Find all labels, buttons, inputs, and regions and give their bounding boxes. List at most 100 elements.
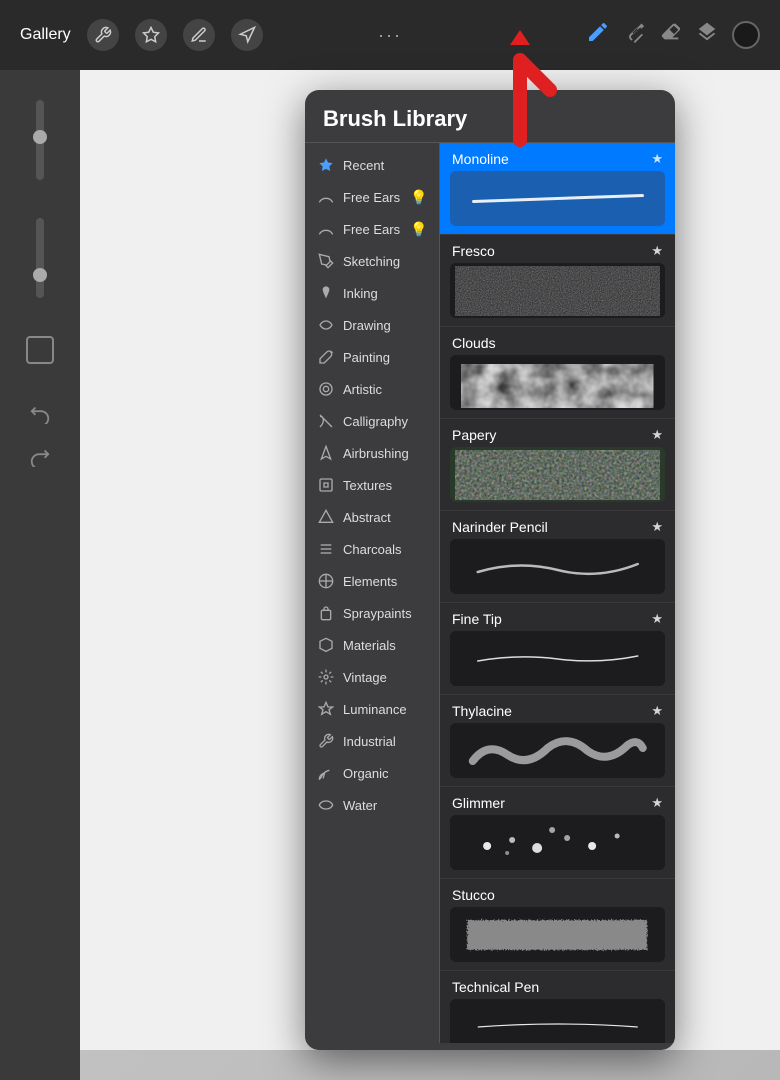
category-item-inking[interactable]: Inking [305, 277, 439, 309]
modifier-square[interactable] [26, 336, 54, 364]
category-item-sketching[interactable]: Sketching [305, 245, 439, 277]
smudge-tool-button[interactable] [624, 21, 646, 49]
undo-button[interactable] [29, 402, 51, 429]
category-item-elements[interactable]: Elements [305, 565, 439, 597]
category-label-drawing: Drawing [343, 318, 391, 333]
brush-list: Monoline★Fresco★CloudsPapery★Narinder Pe… [440, 143, 675, 1043]
category-item-industrial[interactable]: Industrial [305, 725, 439, 757]
brush-item-fine-tip[interactable]: Fine Tip ★ [440, 603, 675, 695]
category-label-vintage: Vintage [343, 670, 387, 685]
navigation-icon[interactable] [231, 19, 263, 51]
brush-item-fresco[interactable]: Fresco★ [440, 235, 675, 327]
category-icon-calligraphy [317, 412, 335, 430]
category-icon-luminance [317, 700, 335, 718]
category-item-spraypaints[interactable]: Spraypaints [305, 597, 439, 629]
brush-name-stucco: Stucco [452, 887, 495, 903]
category-icon-free-ears-2 [317, 220, 335, 238]
redo-button[interactable] [29, 445, 51, 472]
category-icon-abstract [317, 508, 335, 526]
brush-name-fine-tip: Fine Tip [452, 611, 502, 627]
category-icon-vintage [317, 668, 335, 686]
brush-name-papery: Papery [452, 427, 496, 443]
category-badge-free-ears-2: 💡 [410, 221, 427, 238]
brush-star-thylacine[interactable]: ★ [651, 703, 663, 719]
brush-item-technical-pen[interactable]: Technical Pen [440, 971, 675, 1043]
brush-item-thylacine[interactable]: Thylacine★ [440, 695, 675, 787]
category-label-materials: Materials [343, 638, 396, 653]
brush-name-technical-pen: Technical Pen [452, 979, 539, 995]
category-label-calligraphy: Calligraphy [343, 414, 408, 429]
brush-star-papery[interactable]: ★ [651, 427, 663, 443]
brush-preview-papery [450, 447, 665, 502]
category-list: RecentFree Ears💡Free Ears💡SketchingInkin… [305, 143, 440, 1043]
opacity-thumb[interactable] [33, 130, 47, 144]
category-item-organic[interactable]: Organic [305, 757, 439, 789]
category-item-free-ears-2[interactable]: Free Ears💡 [305, 213, 439, 245]
category-item-vintage[interactable]: Vintage [305, 661, 439, 693]
category-label-elements: Elements [343, 574, 397, 589]
stroke-icon[interactable] [183, 19, 215, 51]
opacity-slider[interactable] [36, 100, 44, 180]
more-options[interactable]: ··· [378, 25, 402, 46]
brush-name-narinder-pencil: Narinder Pencil [452, 519, 548, 535]
brush-item-stucco[interactable]: Stucco [440, 879, 675, 971]
brush-item-papery[interactable]: Papery ★ [440, 419, 675, 511]
brush-item-clouds[interactable]: Clouds [440, 327, 675, 419]
color-picker[interactable] [732, 21, 760, 49]
brush-star-narinder-pencil[interactable]: ★ [651, 519, 663, 535]
brush-header-papery: Papery ★ [440, 419, 675, 447]
category-item-materials[interactable]: Materials [305, 629, 439, 661]
category-label-charcoals: Charcoals [343, 542, 402, 557]
category-item-water[interactable]: Water [305, 789, 439, 821]
layers-button[interactable] [696, 21, 718, 49]
category-label-industrial: Industrial [343, 734, 396, 749]
category-icon-recent [317, 156, 335, 174]
brush-header-fresco: Fresco★ [440, 235, 675, 263]
category-item-textures[interactable]: Textures [305, 469, 439, 501]
magic-icon[interactable] [135, 19, 167, 51]
brush-preview-thylacine [450, 723, 665, 778]
size-thumb[interactable] [33, 268, 47, 282]
brush-header-technical-pen: Technical Pen [440, 971, 675, 999]
brush-preview-technical [450, 999, 665, 1043]
category-icon-drawing [317, 316, 335, 334]
brush-library-title: Brush Library [323, 106, 467, 131]
category-item-charcoals[interactable]: Charcoals [305, 533, 439, 565]
category-icon-airbrushing [317, 444, 335, 462]
category-label-abstract: Abstract [343, 510, 391, 525]
eraser-tool-button[interactable] [660, 21, 682, 49]
brush-header-stucco: Stucco [440, 879, 675, 907]
brush-item-narinder-pencil[interactable]: Narinder Pencil ★ [440, 511, 675, 603]
category-item-free-ears-1[interactable]: Free Ears💡 [305, 181, 439, 213]
top-bar-left: Gallery [20, 19, 263, 51]
category-item-calligraphy[interactable]: Calligraphy [305, 405, 439, 437]
brush-tool-button[interactable] [586, 20, 610, 50]
brush-item-glimmer[interactable]: Glimmer★ [440, 787, 675, 879]
category-item-airbrushing[interactable]: Airbrushing [305, 437, 439, 469]
brush-star-monoline[interactable]: ★ [651, 151, 663, 167]
brush-header-narinder-pencil: Narinder Pencil ★ [440, 511, 675, 539]
category-item-drawing[interactable]: Drawing [305, 309, 439, 341]
brush-preview-dark_texture [450, 263, 665, 318]
top-bar: Gallery ··· [0, 0, 780, 70]
brush-star-fine-tip[interactable]: ★ [651, 611, 663, 627]
category-label-textures: Textures [343, 478, 392, 493]
wrench-icon[interactable] [87, 19, 119, 51]
brush-item-monoline[interactable]: Monoline★ [440, 143, 675, 235]
category-item-recent[interactable]: Recent [305, 149, 439, 181]
category-icon-charcoals [317, 540, 335, 558]
category-icon-organic [317, 764, 335, 782]
category-item-painting[interactable]: Painting [305, 341, 439, 373]
left-sidebar [0, 70, 80, 1080]
brush-star-fresco[interactable]: ★ [651, 243, 663, 259]
category-icon-materials [317, 636, 335, 654]
brush-preview-pencil [450, 539, 665, 594]
top-bar-right [586, 20, 760, 50]
brush-library-header: Brush Library [305, 90, 675, 143]
gallery-button[interactable]: Gallery [20, 26, 71, 44]
category-item-luminance[interactable]: Luminance [305, 693, 439, 725]
category-item-abstract[interactable]: Abstract [305, 501, 439, 533]
category-item-artistic[interactable]: Artistic [305, 373, 439, 405]
brush-star-glimmer[interactable]: ★ [651, 795, 663, 811]
size-slider[interactable] [36, 218, 44, 298]
